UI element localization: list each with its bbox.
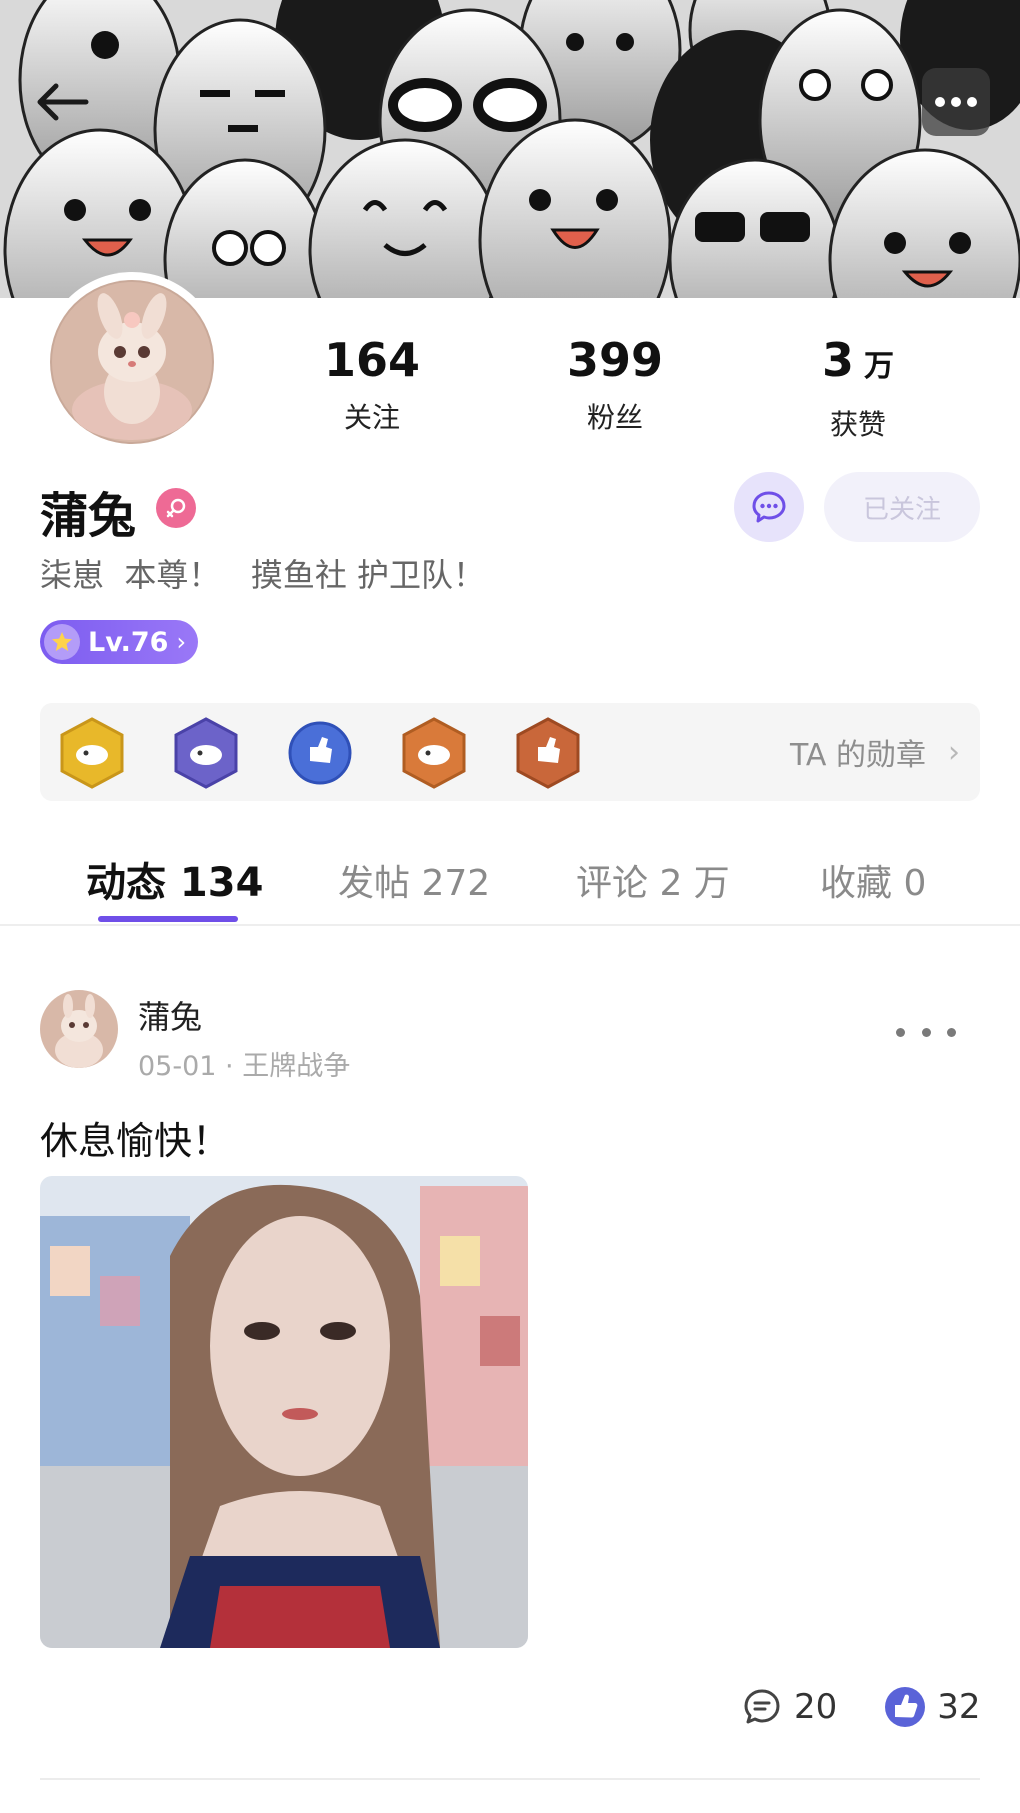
- medal-blue-icon: [288, 721, 352, 785]
- profile-avatar[interactable]: [42, 272, 222, 452]
- medals-bar[interactable]: TA 的勋章 ›: [40, 703, 980, 801]
- back-arrow-icon: [37, 83, 89, 121]
- post-text: 休息愉快！: [40, 1119, 231, 1163]
- medal-bronze-icon: [402, 717, 466, 789]
- dot: [896, 1027, 905, 1037]
- stat-likes-count: 3: [821, 333, 854, 387]
- chat-bubble-icon: [752, 491, 786, 523]
- comment-icon: [744, 1689, 780, 1724]
- ta-medals-link[interactable]: TA 的勋章 ›: [790, 703, 960, 801]
- like-count: 32: [937, 1687, 981, 1727]
- stat-likes-label: 获赞: [829, 408, 886, 441]
- cosplay-photo-image: [40, 1176, 528, 1648]
- profile-banner: [0, 0, 1020, 298]
- more-dots-icon: [935, 97, 977, 107]
- stat-following[interactable]: 164 关注: [272, 332, 472, 436]
- stat-following-label: 关注: [343, 401, 400, 434]
- dot: [921, 1027, 931, 1037]
- tab-posts[interactable]: 发帖 272: [338, 854, 490, 906]
- gender-female-icon: [156, 488, 196, 528]
- chevron-right-icon: ›: [948, 734, 960, 770]
- post-divider: [40, 1778, 980, 1780]
- stat-likes[interactable]: 3万 获赞: [758, 332, 958, 443]
- medal-gold-icon: [60, 717, 124, 789]
- level-text: Lv.76: [88, 626, 169, 658]
- rabbit-avatar-image: [40, 990, 118, 1068]
- stat-fans[interactable]: 399 粉丝: [515, 332, 715, 436]
- post-meta: 05-01 · 王牌战争: [138, 1051, 351, 1082]
- dot: [947, 1027, 956, 1037]
- post-actions: 20 32: [740, 1682, 981, 1732]
- tab-favorites[interactable]: 收藏 0: [820, 854, 926, 906]
- medal-copper-icon: [516, 717, 580, 789]
- chevron-right-icon: ›: [176, 628, 187, 656]
- more-options-button[interactable]: [922, 68, 990, 136]
- ta-medals-label: TA 的勋章: [789, 738, 926, 773]
- tab-active-indicator: [98, 916, 238, 922]
- star-icon: [44, 624, 80, 660]
- profile-bio: 柒崽 本尊！ 摸鱼社 护卫队！: [40, 556, 486, 594]
- followed-button[interactable]: 已关注: [824, 472, 980, 542]
- post-author-name[interactable]: 蒲兔: [138, 992, 202, 1038]
- like-button[interactable]: [883, 1685, 927, 1729]
- profile-tabs: 动态 134 发帖 272 评论 2 万 收藏 0: [0, 848, 1020, 926]
- post-more-button[interactable]: [896, 1012, 956, 1052]
- message-button[interactable]: [734, 472, 804, 542]
- ghost-cartoon-banner: [0, 0, 1020, 298]
- thumbs-up-icon: [885, 1687, 926, 1727]
- post-author-avatar[interactable]: [40, 990, 118, 1068]
- stat-fans-label: 粉丝: [586, 401, 643, 434]
- stat-likes-unit: 万: [864, 349, 894, 384]
- comment-count: 20: [794, 1687, 838, 1727]
- profile-username: 蒲兔: [40, 488, 137, 544]
- post-photo[interactable]: [40, 1176, 528, 1648]
- stat-fans-count: 399: [566, 333, 664, 387]
- level-badge[interactable]: Lv.76 ›: [40, 620, 198, 664]
- rabbit-avatar-image: [50, 280, 214, 444]
- medal-purple-icon: [174, 717, 238, 789]
- tab-activity[interactable]: 动态 134: [86, 850, 263, 908]
- stat-following-count: 164: [323, 333, 421, 387]
- back-button[interactable]: [22, 62, 102, 142]
- tab-comments[interactable]: 评论 2 万: [576, 854, 730, 906]
- comment-button[interactable]: [740, 1685, 784, 1729]
